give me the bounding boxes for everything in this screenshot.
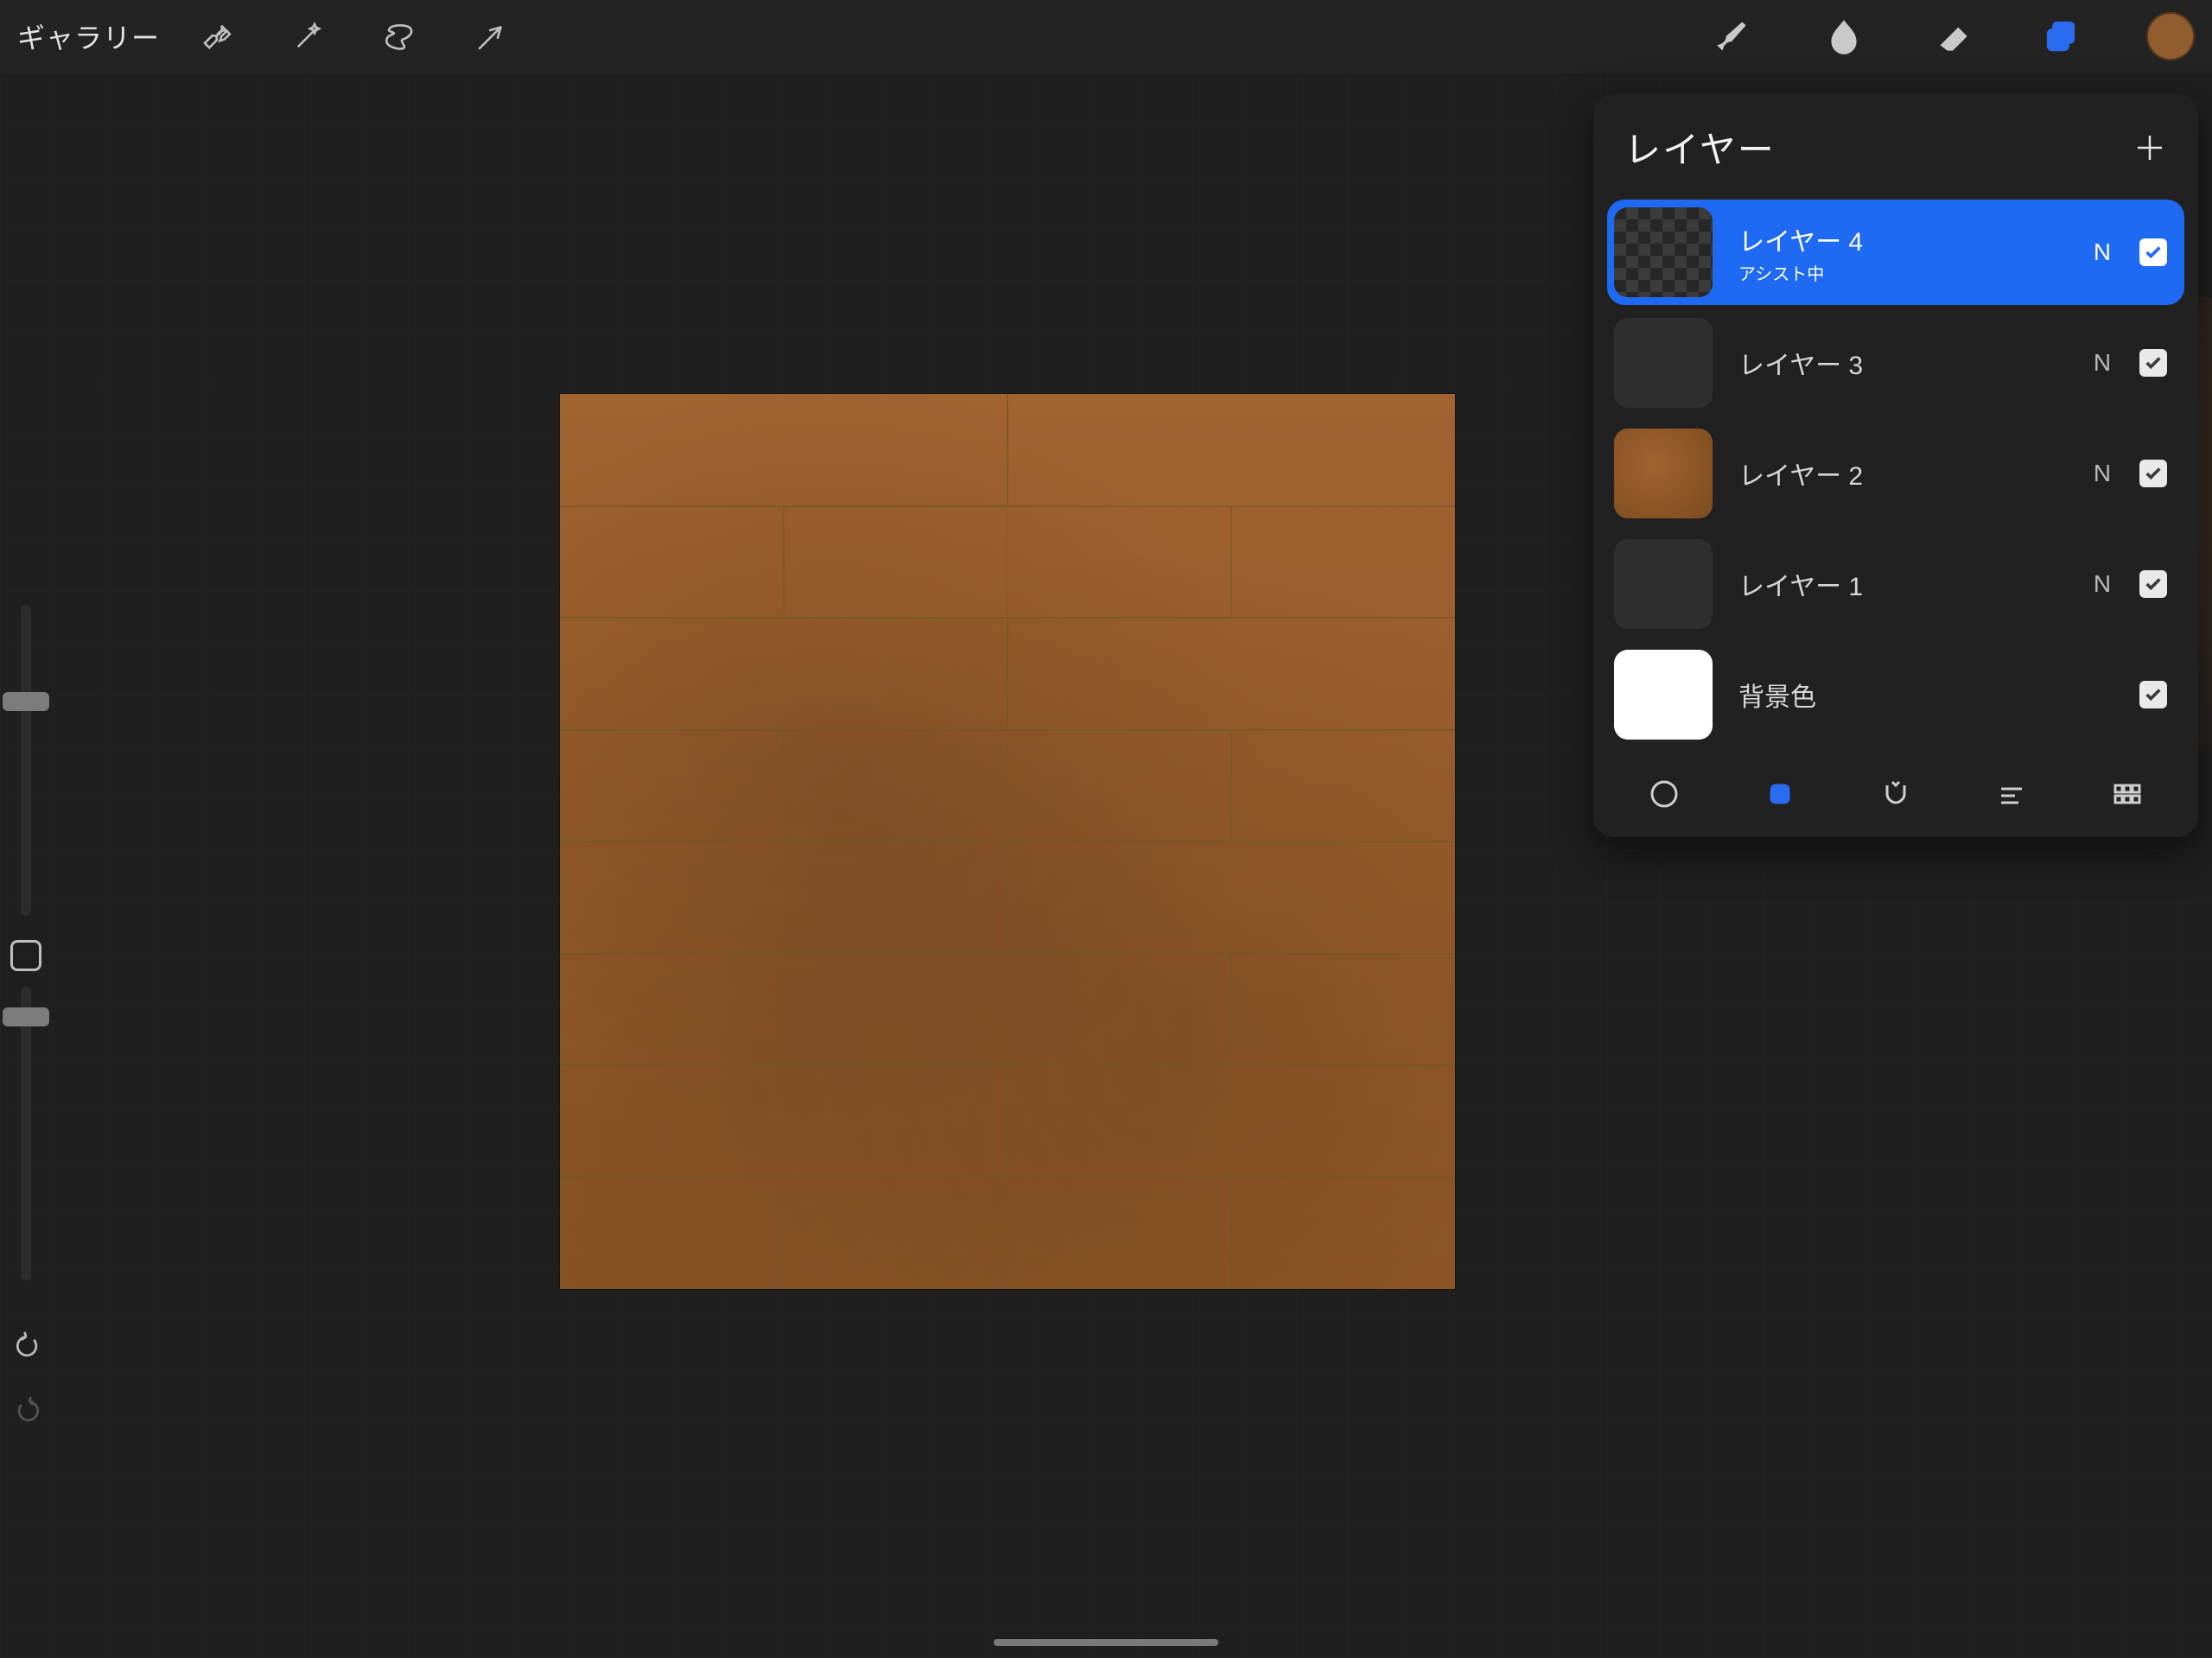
layer-row[interactable]: レイヤー 3N [1607, 310, 2184, 416]
layer-thumbnail[interactable] [1614, 650, 1713, 740]
layer-subtitle-label: アシスト中 [1738, 260, 2089, 285]
layer-name-label: レイヤー 2 [1738, 454, 2089, 492]
layer-thumbnail[interactable] [1614, 429, 1713, 518]
selection-icon[interactable] [378, 14, 423, 59]
layer-row[interactable]: 背景色 [1607, 642, 2184, 747]
layer-row[interactable]: レイヤー 4アシスト中N [1607, 200, 2184, 305]
layers-panel-title: レイヤー [1624, 121, 1776, 174]
blend-mode-letter[interactable]: N [2089, 570, 2115, 598]
add-layer-button[interactable] [2133, 130, 2167, 165]
layers-icon[interactable] [2037, 12, 2086, 60]
visibility-checkbox[interactable] [2139, 570, 2167, 598]
gallery-button[interactable]: ギャラリー [17, 16, 160, 56]
blend-mode-letter[interactable]: N [2089, 460, 2115, 487]
wrench-icon[interactable] [194, 14, 239, 59]
brick-pattern-lines [560, 394, 1455, 1289]
blend-solid-icon[interactable] [1761, 775, 1799, 813]
layer-row[interactable]: レイヤー 1N [1607, 531, 2184, 637]
left-sidebar [0, 605, 52, 1293]
layer-thumbnail[interactable] [1614, 539, 1713, 629]
blend-mode-letter[interactable]: N [2089, 349, 2115, 377]
visibility-checkbox[interactable] [2139, 460, 2167, 487]
list-lines-icon[interactable] [1993, 775, 2031, 813]
mask-circle-icon[interactable] [1645, 775, 1683, 813]
brush-size-knob[interactable] [3, 692, 49, 711]
layer-row[interactable]: レイヤー 2N [1607, 421, 2184, 526]
undo-icon[interactable] [12, 1331, 43, 1366]
smudge-icon[interactable] [1820, 12, 1868, 60]
layer-name-label: レイヤー 1 [1738, 565, 2089, 603]
layer-name-label: レイヤー 3 [1738, 344, 2089, 382]
wand-icon[interactable] [286, 14, 331, 59]
eraser-icon[interactable] [1929, 12, 1977, 60]
layer-name-label: 背景色 [1738, 676, 2089, 714]
layer-thumbnail[interactable] [1614, 207, 1713, 297]
color-picker[interactable] [2146, 12, 2195, 60]
layer-thumbnail[interactable] [1614, 318, 1713, 408]
visibility-checkbox[interactable] [2139, 349, 2167, 377]
blend-mode-letter[interactable]: N [2089, 238, 2115, 266]
merge-icon[interactable] [1877, 775, 1915, 813]
layer-name-label: レイヤー 4 [1738, 220, 2089, 258]
undo-redo-group [12, 1331, 43, 1431]
move-icon[interactable] [469, 14, 514, 59]
brush-opacity-slider[interactable] [21, 987, 31, 1280]
brush-opacity-knob[interactable] [3, 1007, 49, 1026]
home-indicator [994, 1639, 1218, 1646]
brush-icon[interactable] [1711, 12, 1759, 60]
layers-panel: レイヤー レイヤー 4アシスト中Nレイヤー 3Nレイヤー 2Nレイヤー 1N背景… [1593, 93, 2198, 837]
visibility-checkbox[interactable] [2139, 238, 2167, 266]
visibility-checkbox[interactable] [2139, 681, 2167, 708]
layers-panel-footer [1593, 753, 2198, 818]
redo-icon[interactable] [12, 1395, 43, 1431]
top-toolbar: ギャラリー [0, 0, 2212, 73]
modify-button[interactable] [10, 940, 41, 971]
canvas[interactable] [560, 394, 1455, 1289]
brush-size-slider[interactable] [21, 605, 31, 916]
grid-view-icon[interactable] [2108, 775, 2146, 813]
